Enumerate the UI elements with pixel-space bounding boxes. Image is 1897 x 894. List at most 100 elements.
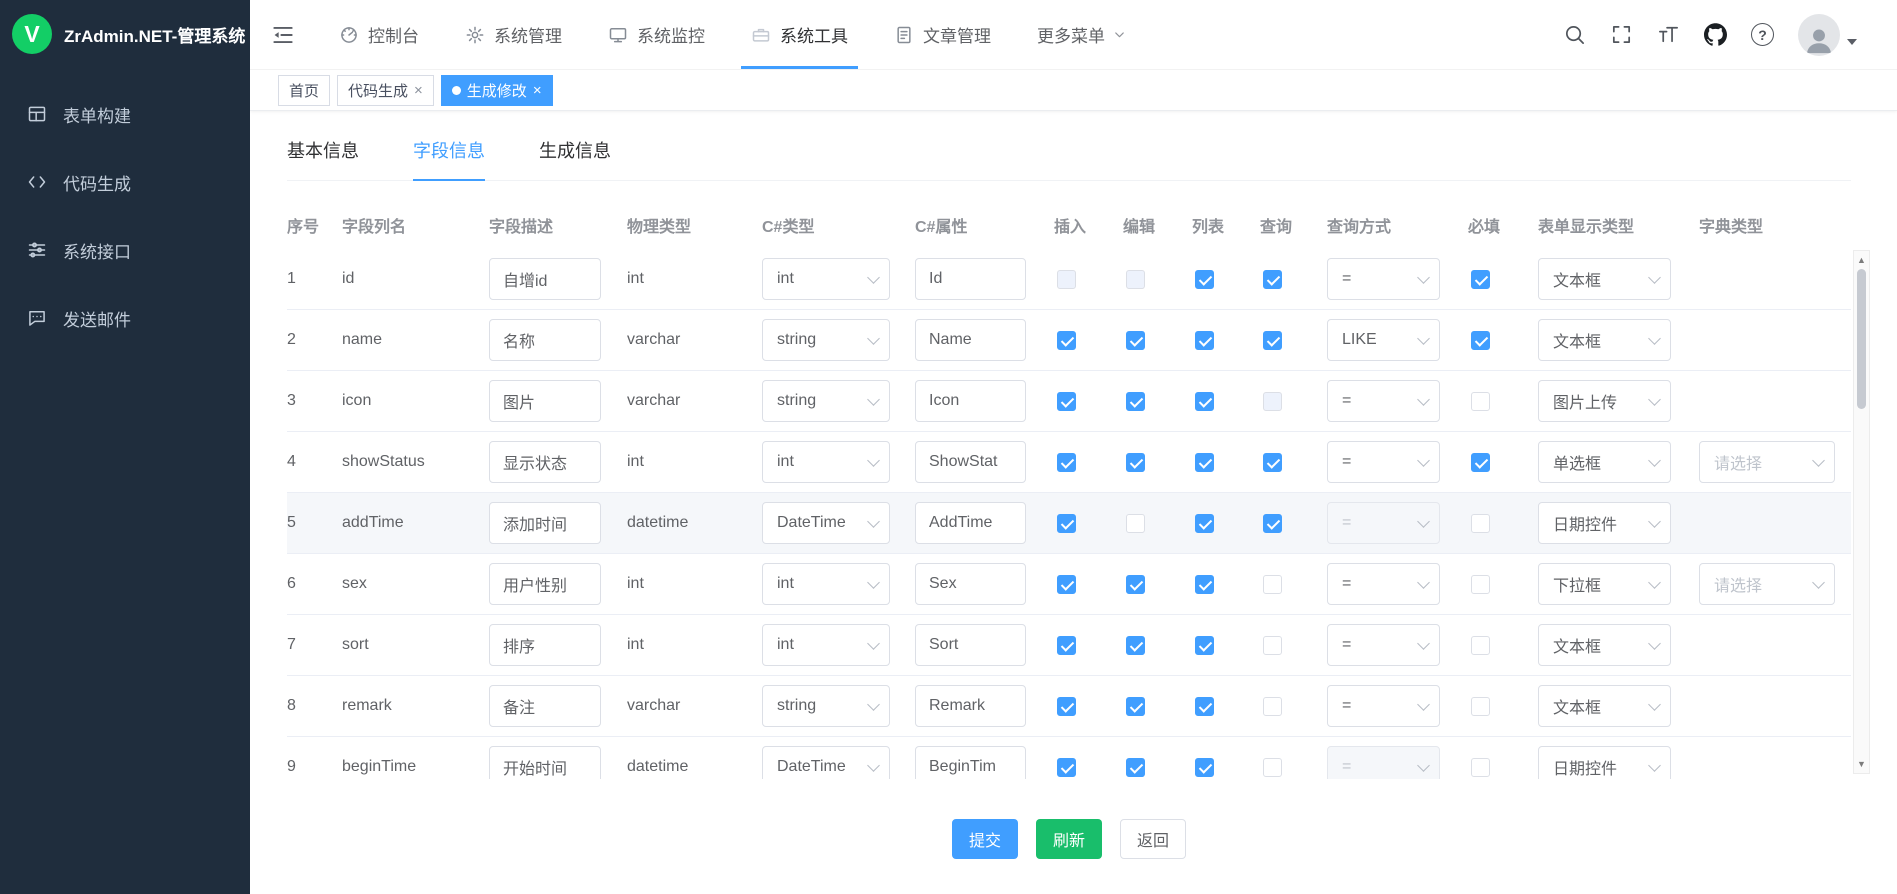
query-checkbox[interactable]	[1263, 636, 1282, 655]
display-type-select[interactable]: 文本框	[1538, 258, 1671, 300]
user-menu[interactable]	[1798, 14, 1857, 56]
query-type-select[interactable]: =	[1327, 685, 1440, 727]
csharp-property-input[interactable]	[915, 380, 1026, 422]
csharp-property-input[interactable]	[915, 746, 1026, 779]
fullscreen-icon[interactable]	[1610, 23, 1633, 46]
insert-checkbox[interactable]	[1057, 331, 1076, 350]
csharp-property-input[interactable]	[915, 319, 1026, 361]
edit-checkbox[interactable]	[1126, 331, 1145, 350]
csharp-type-select[interactable]: int	[762, 441, 890, 483]
csharp-property-input[interactable]	[915, 685, 1026, 727]
tab-field-info[interactable]: 字段信息	[413, 137, 485, 180]
edit-checkbox[interactable]	[1126, 514, 1145, 533]
field-description-input[interactable]	[489, 441, 601, 483]
list-checkbox[interactable]	[1195, 575, 1214, 594]
submit-button[interactable]: 提交	[952, 819, 1018, 859]
display-type-select[interactable]: 文本框	[1538, 319, 1671, 361]
edit-checkbox[interactable]	[1126, 575, 1145, 594]
edit-checkbox[interactable]	[1126, 392, 1145, 411]
required-checkbox[interactable]	[1471, 453, 1490, 472]
tag-generate-edit[interactable]: 生成修改×	[441, 75, 553, 106]
field-description-input[interactable]	[489, 502, 601, 544]
display-type-select[interactable]: 日期控件	[1538, 746, 1671, 779]
query-checkbox[interactable]	[1263, 453, 1282, 472]
scroll-up-icon[interactable]: ▲	[1854, 255, 1869, 265]
field-description-input[interactable]	[489, 685, 601, 727]
query-type-select[interactable]: =	[1327, 441, 1440, 483]
sidebar-item-code-generation[interactable]: 代码生成	[0, 148, 250, 216]
list-checkbox[interactable]	[1195, 697, 1214, 716]
required-checkbox[interactable]	[1471, 697, 1490, 716]
edit-checkbox[interactable]	[1126, 636, 1145, 655]
display-type-select[interactable]: 文本框	[1538, 685, 1671, 727]
query-checkbox[interactable]	[1263, 697, 1282, 716]
nav-item-dashboard[interactable]: 控制台	[316, 0, 442, 69]
nav-item-more[interactable]: 更多菜单	[1014, 0, 1150, 69]
query-checkbox[interactable]	[1263, 514, 1282, 533]
field-description-input[interactable]	[489, 746, 601, 779]
query-type-select[interactable]: =	[1327, 258, 1440, 300]
tag-home[interactable]: 首页	[278, 75, 330, 106]
required-checkbox[interactable]	[1471, 758, 1490, 777]
csharp-type-select[interactable]: DateTime	[762, 502, 890, 544]
query-checkbox[interactable]	[1263, 575, 1282, 594]
insert-checkbox[interactable]	[1057, 697, 1076, 716]
csharp-property-input[interactable]	[915, 441, 1026, 483]
display-type-select[interactable]: 图片上传	[1538, 380, 1671, 422]
tag-code-generation[interactable]: 代码生成×	[337, 75, 434, 106]
field-description-input[interactable]	[489, 380, 601, 422]
edit-checkbox[interactable]	[1126, 758, 1145, 777]
refresh-button[interactable]: 刷新	[1036, 819, 1102, 859]
list-checkbox[interactable]	[1195, 514, 1214, 533]
nav-item-articles[interactable]: 文章管理	[871, 0, 1014, 69]
required-checkbox[interactable]	[1471, 636, 1490, 655]
nav-item-tools[interactable]: 系统工具	[728, 0, 871, 69]
display-type-select[interactable]: 单选框	[1538, 441, 1671, 483]
sidebar-collapse-icon[interactable]	[250, 0, 316, 69]
list-checkbox[interactable]	[1195, 270, 1214, 289]
app-logo[interactable]: V ZrAdmin.NET-管理系统	[0, 0, 250, 68]
query-checkbox[interactable]	[1263, 758, 1282, 777]
sidebar-item-send-mail[interactable]: 发送邮件	[0, 284, 250, 352]
close-icon[interactable]: ×	[414, 83, 423, 98]
csharp-property-input[interactable]	[915, 258, 1026, 300]
csharp-type-select[interactable]: int	[762, 563, 890, 605]
query-type-select[interactable]: LIKE	[1327, 319, 1440, 361]
display-type-select[interactable]: 下拉框	[1538, 563, 1671, 605]
avatar[interactable]	[1798, 14, 1840, 56]
edit-checkbox[interactable]	[1126, 453, 1145, 472]
required-checkbox[interactable]	[1471, 575, 1490, 594]
list-checkbox[interactable]	[1195, 453, 1214, 472]
table-scrollbar[interactable]: ▲ ▼	[1853, 250, 1870, 774]
scroll-down-icon[interactable]: ▼	[1854, 759, 1869, 769]
required-checkbox[interactable]	[1471, 331, 1490, 350]
field-description-input[interactable]	[489, 624, 601, 666]
scroll-thumb[interactable]	[1857, 269, 1866, 409]
query-checkbox[interactable]	[1263, 331, 1282, 350]
required-checkbox[interactable]	[1471, 270, 1490, 289]
nav-item-system-admin[interactable]: 系统管理	[442, 0, 585, 69]
query-type-select[interactable]: =	[1327, 563, 1440, 605]
insert-checkbox[interactable]	[1057, 575, 1076, 594]
list-checkbox[interactable]	[1195, 758, 1214, 777]
query-checkbox[interactable]	[1263, 270, 1282, 289]
close-icon[interactable]: ×	[533, 83, 542, 98]
display-type-select[interactable]: 日期控件	[1538, 502, 1671, 544]
list-checkbox[interactable]	[1195, 392, 1214, 411]
csharp-property-input[interactable]	[915, 502, 1026, 544]
sidebar-item-system-api[interactable]: 系统接口	[0, 216, 250, 284]
csharp-type-select[interactable]: int	[762, 624, 890, 666]
csharp-type-select[interactable]: string	[762, 380, 890, 422]
list-checkbox[interactable]	[1195, 636, 1214, 655]
csharp-type-select[interactable]: DateTime	[762, 746, 890, 779]
query-type-select[interactable]: =	[1327, 380, 1440, 422]
insert-checkbox[interactable]	[1057, 636, 1076, 655]
insert-checkbox[interactable]	[1057, 514, 1076, 533]
sidebar-item-form-builder[interactable]: 表单构建	[0, 80, 250, 148]
csharp-property-input[interactable]	[915, 624, 1026, 666]
display-type-select[interactable]: 文本框	[1538, 624, 1671, 666]
field-description-input[interactable]	[489, 563, 601, 605]
csharp-property-input[interactable]	[915, 563, 1026, 605]
nav-item-monitor[interactable]: 系统监控	[585, 0, 728, 69]
insert-checkbox[interactable]	[1057, 392, 1076, 411]
